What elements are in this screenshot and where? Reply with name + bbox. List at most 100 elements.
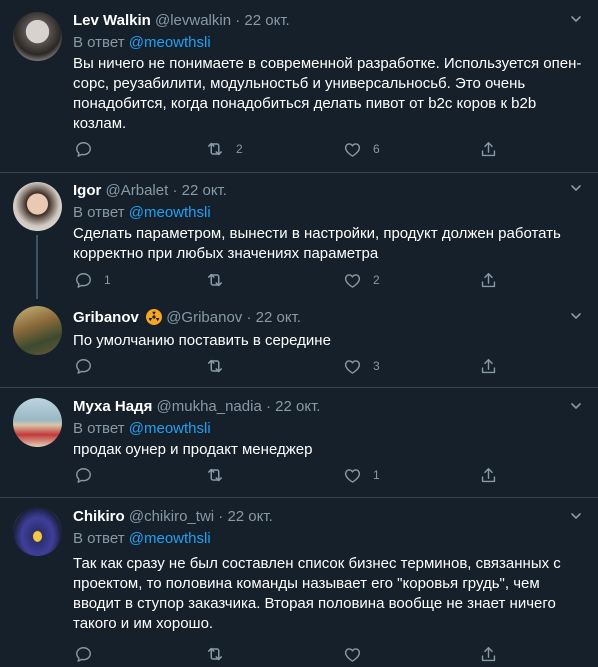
radioactive-icon [146,309,163,325]
tweet[interactable]: Chikiro @chikiro_twi · 22 окт. В ответ @… [0,498,598,667]
reply-icon [74,645,93,664]
author-name[interactable]: Lev Walkin [73,12,151,29]
retweet-icon [205,270,225,290]
author-handle[interactable]: @chikiro_twi [129,508,214,525]
share-button[interactable] [479,465,498,485]
tweet-date[interactable]: 22 окт. [227,508,272,525]
reply-prefix: В ответ [73,420,125,437]
reply-context: В ответ @meowthsli [73,33,582,53]
like-count: 6 [373,142,380,156]
reply-context: В ответ @meowthsli [73,203,582,223]
retweet-button[interactable]: 2 [205,139,243,159]
tweet-text: Сделать параметром, вынести в настройки,… [73,225,566,262]
author-name[interactable]: Gribanov [73,309,139,326]
author-handle[interactable]: @Gribanov [166,309,242,326]
retweet-button[interactable] [205,356,236,376]
avatar[interactable] [13,507,62,556]
retweet-button[interactable] [205,270,236,290]
like-icon [343,466,362,485]
retweet-button[interactable] [205,644,225,664]
separator-dot: · [265,398,271,415]
retweet-icon [205,644,225,664]
like-icon [343,140,362,159]
retweet-count: 2 [236,142,243,156]
reply-button[interactable] [74,644,93,664]
like-count: 2 [373,273,380,287]
thread-line [36,235,38,299]
reply-mention[interactable]: @meowthsli [129,530,211,547]
avatar[interactable] [13,12,62,61]
tweet-text: Вы ничего не понимаете в современной раз… [73,55,582,132]
reply-icon [74,466,93,485]
tweet-date[interactable]: 22 окт. [275,398,320,415]
tweet-text: Так как сразу не был составлен список би… [73,555,565,632]
like-button[interactable] [343,644,362,664]
tweet-date[interactable]: 22 окт. [256,309,301,326]
reply-button[interactable] [74,356,104,376]
like-button[interactable]: 6 [343,139,380,159]
tweet-text: продак оунер и продакт менеджер [73,441,313,458]
tweet-actions: 2 6 [73,139,498,159]
like-count: 1 [373,468,380,482]
reply-button[interactable] [74,139,104,159]
like-button[interactable]: 3 [343,356,380,376]
share-icon [479,140,498,159]
caret-down-icon[interactable] [571,183,581,193]
like-button[interactable]: 1 [343,465,380,485]
avatar[interactable] [13,182,62,231]
share-button[interactable] [479,644,498,664]
author-handle[interactable]: @levwalkin [155,12,231,29]
share-button[interactable] [479,356,498,376]
reply-mention[interactable]: @meowthsli [129,204,211,221]
reply-icon [74,271,93,290]
separator-dot: · [172,182,178,199]
like-count: 3 [373,359,380,373]
tweet[interactable]: Lev Walkin @levwalkin · 22 окт. В ответ … [0,0,598,173]
reply-button[interactable] [74,465,104,485]
caret-down-icon[interactable] [571,401,581,411]
tweet-date[interactable]: 22 окт. [182,182,227,199]
retweet-icon [205,356,225,376]
caret-down-icon[interactable] [571,14,581,24]
tweet-actions: 1 [73,465,498,485]
caret-down-icon[interactable] [571,511,581,521]
separator-dot: · [246,309,252,326]
tweet-text: По умолчанию поставить в середине [73,332,331,349]
like-button[interactable]: 2 [343,270,380,290]
like-icon [343,357,362,376]
separator-dot: · [235,12,241,29]
author-handle[interactable]: @mukha_nadia [157,398,262,415]
reply-count: 1 [104,273,111,287]
tweet[interactable]: Муха Надя @mukha_nadia · 22 окт. В ответ… [0,388,598,498]
reply-icon [74,357,93,376]
reply-button[interactable]: 1 [74,270,111,290]
reply-context: В ответ @meowthsli [73,529,582,549]
share-button[interactable] [479,270,498,290]
retweet-button[interactable] [205,465,236,485]
reply-prefix: В ответ [73,530,125,547]
tweet-date[interactable]: 22 окт. [244,12,289,29]
tweet-feed: Lev Walkin @levwalkin · 22 окт. В ответ … [0,0,598,667]
author-name[interactable]: Igor [73,182,101,199]
reply-mention[interactable]: @meowthsli [129,34,211,51]
tweet[interactable]: Gribanov @Gribanov · 22 окт. По умолчани… [0,299,598,388]
avatar[interactable] [13,306,62,355]
reply-mention[interactable]: @meowthsli [129,420,211,437]
tweet-actions: 1 2 [73,270,498,290]
avatar[interactable] [13,398,62,447]
reply-prefix: В ответ [73,204,125,221]
author-name[interactable]: Муха Надя [73,398,152,415]
caret-down-icon[interactable] [571,311,581,321]
tweet-actions [73,644,498,664]
share-button[interactable] [479,139,498,159]
reply-icon [74,140,93,159]
reply-prefix: В ответ [73,34,125,51]
share-icon [479,271,498,290]
separator-dot: · [218,508,224,525]
like-icon [343,271,362,290]
author-name[interactable]: Chikiro [73,508,125,525]
author-handle[interactable]: @Arbalet [106,182,169,199]
share-icon [479,357,498,376]
share-icon [479,645,498,664]
retweet-icon [205,465,225,485]
